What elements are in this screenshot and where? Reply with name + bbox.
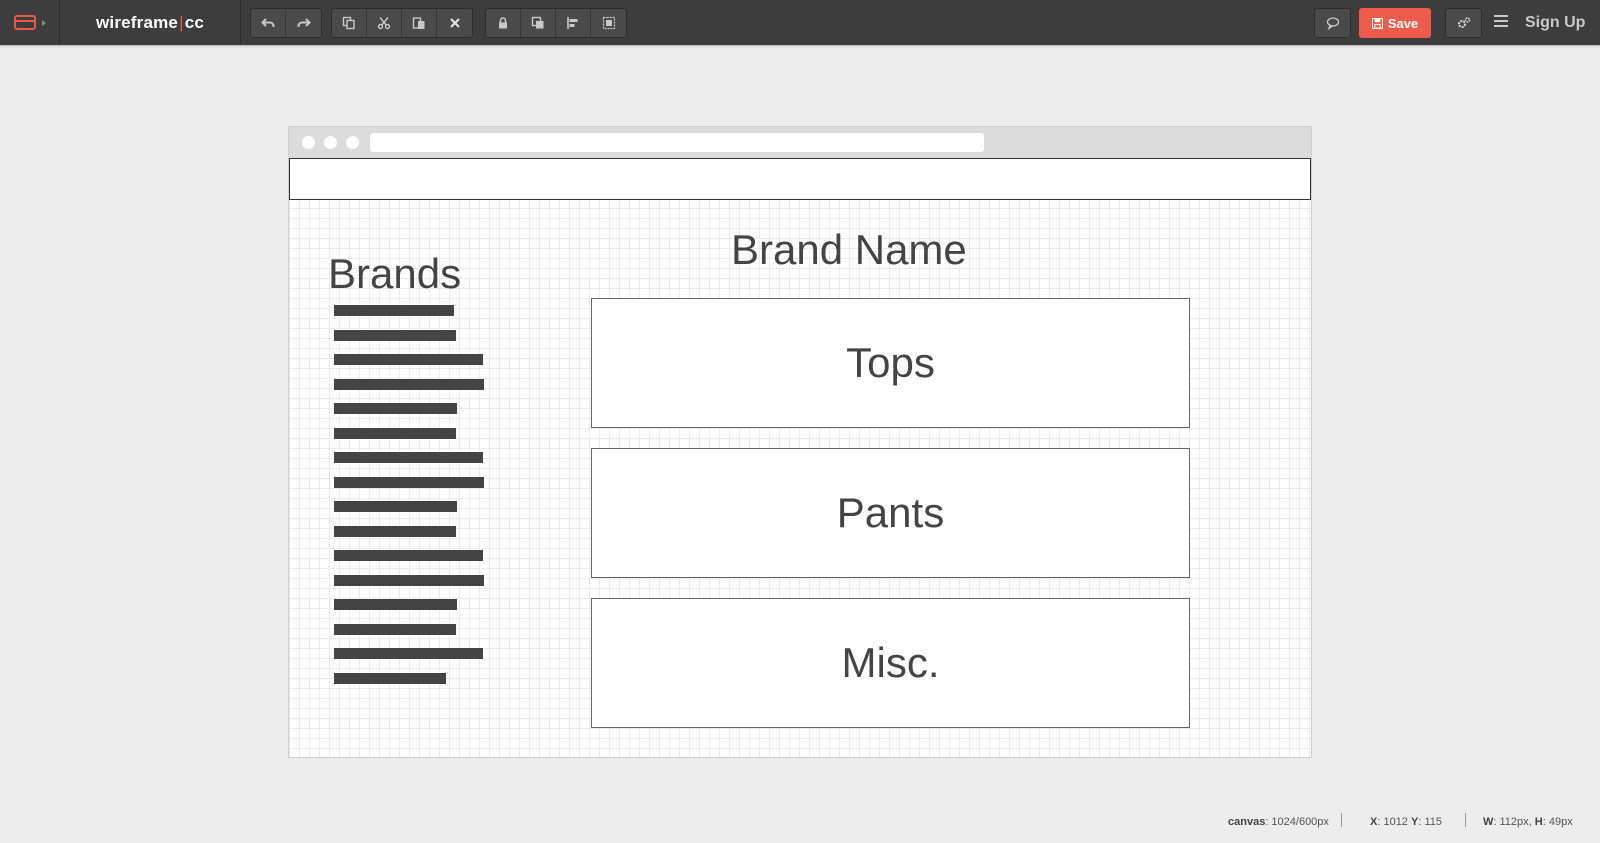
brand-list-line[interactable] (334, 427, 456, 439)
save-label: Save (1387, 15, 1419, 31)
canvas-label: canvas (1228, 816, 1266, 828)
redo-icon[interactable] (286, 9, 321, 37)
brand-list-line[interactable] (334, 574, 484, 586)
header-box[interactable] (289, 158, 1311, 200)
brand-list-line[interactable] (334, 648, 483, 659)
align-icon[interactable] (556, 9, 591, 37)
brand-list-line[interactable] (334, 403, 457, 414)
browser-chrome (289, 127, 1311, 159)
category-box-pants[interactable]: Pants (591, 448, 1190, 578)
brand-list-line[interactable] (334, 378, 484, 390)
bring-to-front-icon[interactable] (521, 9, 556, 37)
category-label: Pants (836, 489, 945, 536)
paste-icon[interactable] (402, 9, 437, 37)
category-box-misc[interactable]: Misc. (591, 598, 1190, 728)
sign-up-link[interactable]: Sign Up (1525, 0, 1585, 45)
brand-list-line[interactable] (334, 599, 457, 610)
cursor-position-status: X: 1012 Y: 115 (1370, 815, 1442, 829)
settings-group (1445, 8, 1482, 38)
canvas-size-status: canvas: 1024/600px (1228, 815, 1329, 829)
canvas-value: : 1024/600px (1265, 816, 1329, 828)
status-divider (1465, 813, 1466, 827)
h-label: H (1534, 816, 1543, 828)
wireframe-icon (13, 15, 36, 30)
brand-name-heading[interactable]: Brand Name (731, 229, 967, 271)
settings-icon[interactable] (1446, 9, 1481, 37)
category-label: Tops (846, 339, 935, 386)
arrange-group (485, 8, 627, 38)
clipboard-group (331, 8, 473, 38)
y-value: : 115 (1418, 816, 1442, 828)
category-label: Misc. (841, 639, 940, 686)
delete-icon[interactable] (437, 9, 472, 37)
brand-list-line[interactable] (334, 305, 454, 316)
brand-list-line[interactable] (334, 476, 484, 488)
x-value: : 1012 (1377, 816, 1408, 828)
logo-text-right: cc (184, 12, 205, 32)
brand-list-line[interactable] (334, 452, 483, 463)
app-menu-button[interactable] (0, 0, 60, 45)
save-button[interactable]: Save (1359, 8, 1431, 38)
brand-list-line[interactable] (334, 525, 456, 537)
cut-icon[interactable] (367, 9, 402, 37)
logo-text-left: wireframe (95, 12, 179, 32)
url-bar (370, 133, 984, 152)
comment-icon[interactable] (1315, 9, 1350, 37)
selection-size-status: W: 112px, H: 49px (1483, 815, 1573, 829)
x-label: X (1370, 816, 1378, 828)
menu-icon[interactable] (1494, 15, 1508, 27)
brand-list-line[interactable] (334, 501, 457, 512)
category-box-tops[interactable]: Tops (591, 298, 1190, 428)
window-dot-icon (302, 136, 315, 149)
logo[interactable]: wireframe | cc (60, 0, 241, 45)
window-dot-icon (324, 136, 337, 149)
h-value: : 49px (1542, 816, 1573, 828)
top-toolbar: wireframe | cc Save Sign Up (0, 0, 1600, 45)
logo-separator: | (179, 12, 184, 32)
w-value: : 112px, (1493, 816, 1532, 828)
history-group (250, 8, 322, 38)
brand-list-line[interactable] (334, 354, 483, 365)
browser-frame[interactable]: Brands Brand Name Tops Pants Misc. (288, 126, 1312, 758)
status-divider (1341, 813, 1342, 827)
brand-list-line[interactable] (334, 329, 456, 341)
caret-right-icon (41, 19, 46, 26)
copy-icon[interactable] (332, 9, 367, 37)
undo-icon[interactable] (251, 9, 286, 37)
window-dot-icon (346, 136, 359, 149)
w-label: W (1483, 816, 1494, 828)
floppy-icon (1371, 17, 1383, 29)
lock-icon[interactable] (486, 9, 521, 37)
group-icon[interactable] (591, 9, 626, 37)
brand-list-line[interactable] (334, 623, 456, 635)
brands-heading[interactable]: Brands (328, 253, 461, 295)
brand-list-line[interactable] (334, 672, 446, 684)
brand-list-line[interactable] (334, 550, 483, 561)
y-label: Y (1411, 816, 1419, 828)
comment-group (1314, 8, 1351, 38)
